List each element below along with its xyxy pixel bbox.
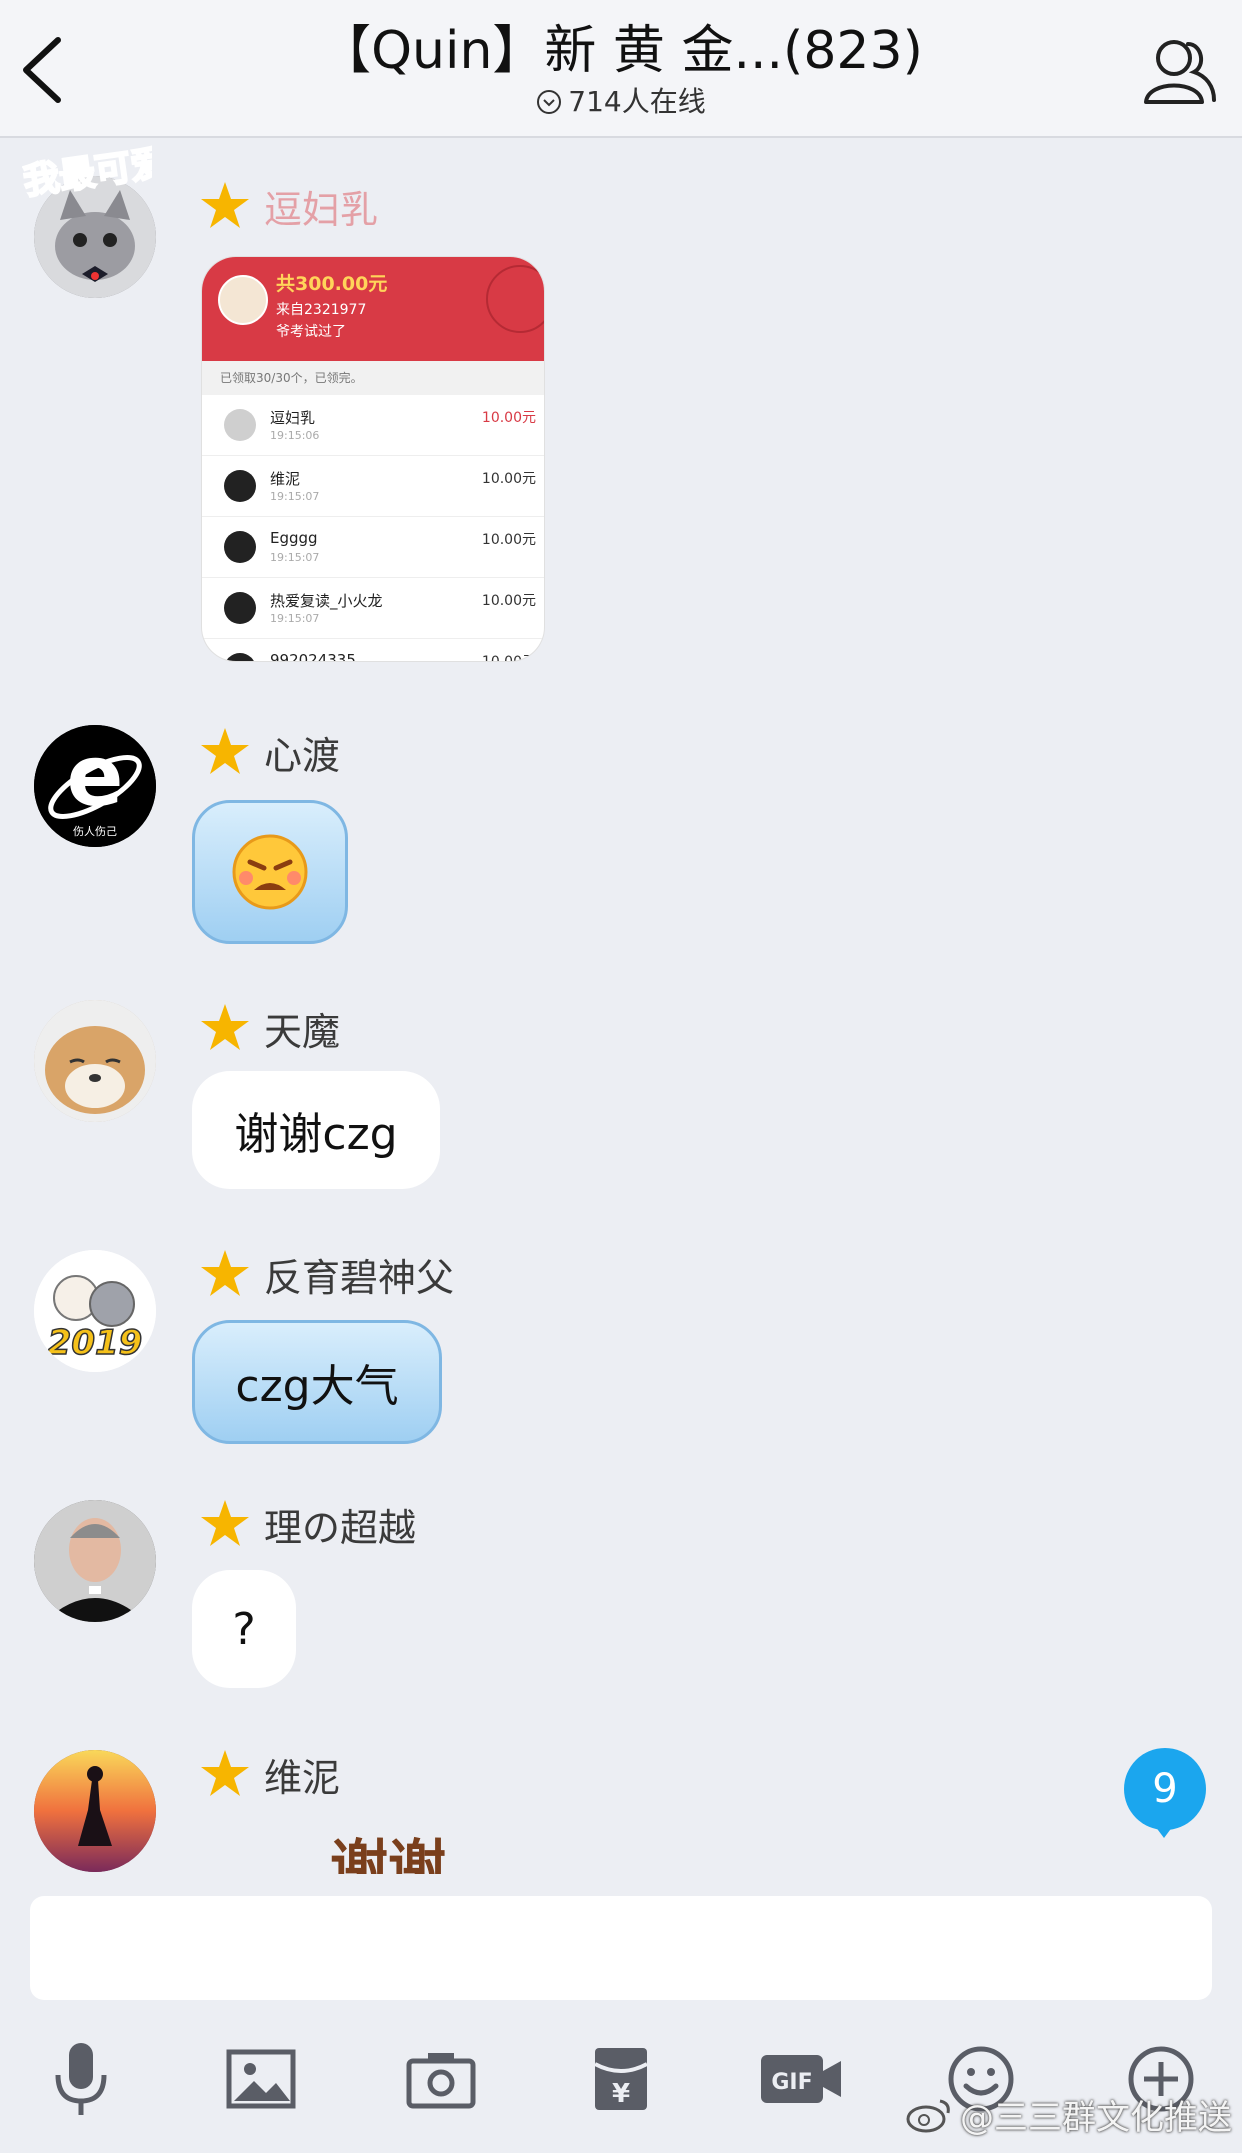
- group-members-button[interactable]: [1136, 30, 1220, 114]
- gif-icon: GIF: [761, 2055, 841, 2103]
- star-icon: [201, 1750, 249, 1796]
- svg-text:伤人伤己: 伤人伤己: [73, 825, 117, 838]
- penguin-icon: [224, 470, 256, 502]
- ie-logo-avatar: e 伤人伤己: [34, 725, 156, 847]
- mic-icon: [55, 2043, 107, 2115]
- avatar-badge-sticker: 我最可爱: [22, 141, 152, 204]
- group-title: 【Quin】新 黄 金...(823): [319, 21, 923, 81]
- chevron-left-icon: [23, 37, 61, 103]
- sunset-silhouette-avatar: [34, 1750, 156, 1872]
- red-packet-icon: ¥: [594, 2048, 648, 2110]
- title-area[interactable]: 【Quin】新 黄 金...(823) 714人在线: [240, 18, 1002, 120]
- star-icon: [201, 1004, 249, 1050]
- image-icon: [226, 2049, 296, 2109]
- penguin-icon: [224, 531, 256, 563]
- online-count: 714人在线: [240, 84, 1002, 120]
- table-row: Egggg 19:15:07 10.00元: [202, 517, 544, 578]
- red-packet-card[interactable]: 共300.00元 来自2321977 爷考试过了 已领取30/30个，已领完。 …: [202, 257, 544, 661]
- svg-text:¥: ¥: [612, 2079, 630, 2109]
- red-packet-button[interactable]: ¥: [576, 2034, 666, 2124]
- message-text: 谢谢czg: [234, 1109, 398, 1160]
- packet-status: 已领取30/30个，已领完。: [202, 361, 544, 395]
- table-row: 992024335 10.00元: [202, 639, 544, 661]
- watermark: @三三群文化推送: [904, 2090, 1232, 2139]
- table-row: 热爱复读_小火龙 19:15:07 10.00元: [202, 578, 544, 639]
- sender-name[interactable]: 天魔: [198, 1000, 340, 1056]
- gif-button[interactable]: GIF: [756, 2034, 846, 2124]
- sender-name[interactable]: 心渡: [198, 724, 340, 780]
- online-count-text: 714人在线: [568, 85, 706, 118]
- priest-avatar: [34, 1500, 156, 1622]
- avatar[interactable]: e 伤人伤己: [34, 725, 156, 847]
- image-button[interactable]: [216, 2034, 306, 2124]
- message-bubble[interactable]: czg大气: [192, 1320, 442, 1444]
- chat-header: 【Quin】新 黄 金...(823) 714人在线: [0, 0, 1242, 138]
- sender-name[interactable]: 反育碧神父: [198, 1246, 454, 1302]
- sender-name[interactable]: 维泥: [198, 1746, 340, 1802]
- table-row: 维泥 19:15:07 10.00元: [202, 456, 544, 517]
- penguin-icon: [224, 653, 256, 661]
- message-bubble[interactable]: 谢谢czg: [192, 1071, 440, 1189]
- back-button[interactable]: [18, 30, 78, 110]
- avatar[interactable]: [34, 1750, 156, 1872]
- sender-name[interactable]: 逗妇乳: [198, 178, 378, 234]
- voice-button[interactable]: [36, 2034, 126, 2124]
- penguin-icon: [224, 592, 256, 624]
- svg-text:2019: 2019: [48, 1323, 143, 1363]
- stamp-icon: [486, 265, 544, 333]
- star-icon: [201, 1500, 249, 1546]
- sender-name[interactable]: 理の超越: [198, 1496, 416, 1552]
- svg-text:我最可爱: 我最可爱: [22, 142, 152, 203]
- avatar[interactable]: 2019: [34, 1250, 156, 1372]
- unread-badge-tail: [1152, 1822, 1176, 1838]
- people-icon: [1144, 40, 1216, 104]
- sender-avatar: [218, 275, 268, 325]
- chevron-circle-icon: [537, 90, 562, 114]
- camera-icon: [406, 2053, 476, 2109]
- avatar[interactable]: [34, 1000, 156, 1122]
- unread-badge[interactable]: 9: [1124, 1748, 1206, 1830]
- svg-text:GIF: GIF: [771, 2070, 812, 2095]
- packet-from: 来自2321977: [276, 302, 367, 318]
- message-bubble[interactable]: [192, 800, 348, 944]
- star-icon: [201, 728, 249, 774]
- shiba-dog-avatar: [34, 1000, 156, 1122]
- table-row: 逗妇乳 19:15:06 10.00元: [202, 395, 544, 456]
- red-packet-header: 共300.00元 来自2321977 爷考试过了: [202, 257, 544, 361]
- sticker-partial: 谢谢: [330, 1833, 447, 1874]
- star-icon: [201, 1250, 249, 1296]
- packet-amount: 共300.00元: [276, 273, 388, 295]
- message-input[interactable]: [30, 1896, 1212, 2000]
- star-icon: [201, 182, 249, 228]
- avatar: [224, 409, 256, 441]
- packet-note: 爷考试过了: [276, 324, 346, 340]
- weibo-icon: [906, 2099, 950, 2132]
- message-text: ?: [232, 1603, 256, 1655]
- avatar[interactable]: [34, 1500, 156, 1622]
- angry-face-emoji: [232, 834, 308, 910]
- message-text: czg大气: [235, 1361, 399, 1412]
- message-bubble[interactable]: ?: [192, 1570, 296, 1688]
- camera-button[interactable]: [396, 2034, 486, 2124]
- bears-2019-avatar: 2019: [34, 1250, 156, 1372]
